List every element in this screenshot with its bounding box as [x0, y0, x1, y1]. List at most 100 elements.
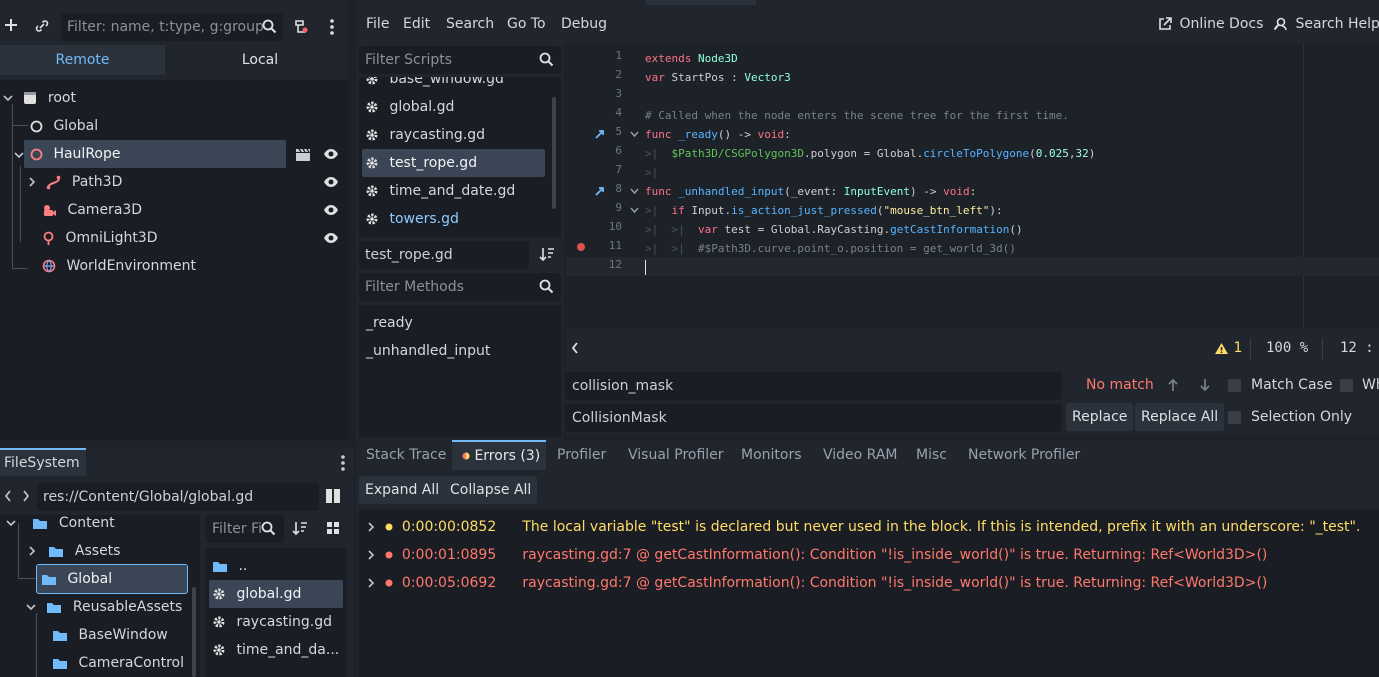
toggle-scripts-panel-icon[interactable] — [571, 342, 579, 354]
replace-button[interactable]: Replace — [1066, 403, 1134, 431]
link-icon[interactable] — [34, 18, 50, 34]
chevron-right-icon[interactable] — [367, 522, 375, 532]
visibility-eye-icon[interactable] — [323, 148, 339, 160]
tree-item-root[interactable]: root — [0, 84, 76, 112]
scene-filter-input[interactable]: Filter: name, t:type, g:group — [61, 13, 283, 41]
filter-scripts-input[interactable]: Filter Scripts — [359, 46, 561, 74]
visibility-eye-icon[interactable] — [323, 204, 339, 216]
method-item[interactable]: _unhandled_input — [366, 337, 490, 365]
folder-assets[interactable]: Assets — [28, 537, 120, 565]
menu-edit[interactable]: Edit — [403, 16, 430, 32]
folder-global[interactable]: Global — [36, 564, 188, 594]
line-number: 3 — [615, 87, 622, 100]
zoom-level[interactable]: 100 % — [1266, 340, 1308, 356]
tree-item-omnilight3d[interactable]: OmniLight3D — [42, 224, 158, 252]
folder-reusableassets[interactable]: ReusableAssets — [26, 593, 182, 621]
script-item-test-rope[interactable]: test_rope.gd — [362, 149, 545, 177]
find-input[interactable]: collision_mask — [566, 372, 1062, 400]
script-attach-icon[interactable] — [293, 18, 309, 34]
collapse-all-button[interactable]: Collapse All — [444, 476, 538, 504]
add-node-icon[interactable] — [3, 17, 19, 33]
file-item-parent[interactable]: .. — [212, 552, 247, 580]
tab-stack-trace[interactable]: Stack Trace — [366, 440, 446, 470]
more-menu-icon[interactable] — [340, 454, 346, 472]
tree-item-path3d[interactable]: Path3D — [28, 168, 122, 196]
tree-item-haulrope[interactable]: HaulRope — [24, 140, 286, 168]
tab-profiler[interactable]: Profiler — [557, 440, 606, 470]
warning-count[interactable]: 1 — [1214, 340, 1242, 356]
sort-icon[interactable] — [292, 520, 308, 536]
tree-item-global[interactable]: Global — [30, 112, 98, 140]
path-field[interactable]: res://Content/Global/global.gd — [37, 483, 319, 511]
script-item-time-and-date[interactable]: time_and_date.gd — [365, 177, 515, 205]
tab-remote[interactable]: Remote — [0, 45, 165, 75]
chevron-right-icon[interactable] — [367, 578, 375, 588]
selection-only-checkbox[interactable] — [1228, 411, 1241, 424]
method-item[interactable]: _ready — [366, 309, 413, 337]
replace-all-button[interactable]: Replace All — [1135, 403, 1225, 431]
find-next-icon[interactable] — [1199, 378, 1211, 392]
tab-errors[interactable]: Errors (3) — [452, 440, 546, 470]
breakpoint-icon[interactable] — [576, 242, 586, 252]
tab-video-ram[interactable]: Video RAM — [823, 440, 898, 470]
folder-content[interactable]: Content — [6, 515, 115, 537]
folder-cameracontrol[interactable]: CameraControl — [52, 649, 184, 677]
chevron-right-icon[interactable] — [28, 546, 36, 556]
replace-input[interactable]: CollisionMask — [566, 404, 1062, 432]
chevron-down-icon[interactable] — [6, 518, 16, 528]
forward-icon[interactable] — [22, 490, 30, 502]
find-previous-icon[interactable] — [1167, 378, 1179, 392]
sort-icon[interactable] — [539, 246, 555, 262]
visibility-eye-icon[interactable] — [323, 232, 339, 244]
online-docs-button[interactable]: Online Docs — [1158, 16, 1263, 32]
tree-item-worldenvironment[interactable]: WorldEnvironment — [42, 252, 196, 280]
more-menu-icon[interactable] — [329, 18, 335, 36]
error-row[interactable]: 0:00:00:0852 The local variable "test" i… — [367, 513, 1377, 541]
grid-view-icon[interactable] — [326, 521, 340, 535]
file-item-global[interactable]: global.gd — [209, 580, 343, 608]
file-item-raycasting[interactable]: raycasting.gd — [212, 608, 332, 636]
chevron-right-icon[interactable] — [367, 550, 375, 560]
match-case-checkbox[interactable] — [1228, 379, 1241, 392]
folder-basewindow[interactable]: BaseWindow — [52, 621, 168, 649]
back-icon[interactable] — [4, 490, 12, 502]
visibility-eye-icon[interactable] — [323, 176, 339, 188]
script-item-base-window[interactable]: base_window.gd — [365, 77, 504, 93]
fold-arrow-icon[interactable] — [630, 206, 639, 214]
line-number: 11 — [608, 239, 622, 252]
file-item-time-and-date[interactable]: time_and_da... — [212, 636, 339, 664]
scrollbar[interactable] — [552, 97, 556, 209]
expand-all-button[interactable]: Expand All — [359, 476, 446, 504]
error-row[interactable]: 0:00:05:0692 raycasting.gd:7 @ getCastIn… — [367, 569, 1377, 597]
chevron-down-icon[interactable] — [26, 602, 36, 612]
tab-filesystem[interactable]: FileSystem — [0, 448, 86, 476]
search-help-button[interactable]: Search Help — [1273, 16, 1379, 32]
fold-arrow-icon[interactable] — [630, 130, 639, 138]
filter-methods-input[interactable]: Filter Methods — [359, 273, 561, 301]
chevron-down-icon[interactable] — [3, 93, 13, 103]
tab-monitors[interactable]: Monitors — [741, 440, 802, 470]
error-row[interactable]: 0:00:01:0895 raycasting.gd:7 @ getCastIn… — [367, 541, 1377, 569]
tab-misc[interactable]: Misc — [916, 440, 947, 470]
code-editor[interactable]: 1 2 3 4 5 6 7 8 9 10 11 12 extends Node3… — [566, 44, 1379, 328]
tree-item-camera3d[interactable]: Camera3D — [42, 196, 142, 224]
tab-visual-profiler[interactable]: Visual Profiler — [628, 440, 724, 470]
whole-words-checkbox[interactable] — [1340, 379, 1353, 392]
script-item-global[interactable]: global.gd — [365, 93, 454, 121]
selection-only-label: Selection Only — [1251, 409, 1353, 425]
debugger-tabs: Stack Trace Errors (3) Profiler Visual P… — [356, 440, 1379, 471]
chevron-down-icon[interactable] — [14, 150, 24, 160]
menu-goto[interactable]: Go To — [507, 16, 546, 32]
menu-search[interactable]: Search — [446, 16, 494, 32]
split-view-icon[interactable] — [325, 488, 341, 504]
tab-local[interactable]: Local — [175, 45, 345, 75]
menu-debug[interactable]: Debug — [561, 16, 607, 32]
chevron-right-icon[interactable] — [28, 177, 36, 187]
script-item-towers[interactable]: towers.gd — [365, 205, 459, 233]
clapperboard-icon[interactable] — [295, 148, 311, 162]
tab-network-profiler[interactable]: Network Profiler — [968, 440, 1080, 470]
scrollbar[interactable] — [192, 587, 196, 677]
script-item-raycasting[interactable]: raycasting.gd — [365, 121, 485, 149]
menu-file[interactable]: File — [366, 16, 389, 32]
fold-arrow-icon[interactable] — [630, 187, 639, 195]
